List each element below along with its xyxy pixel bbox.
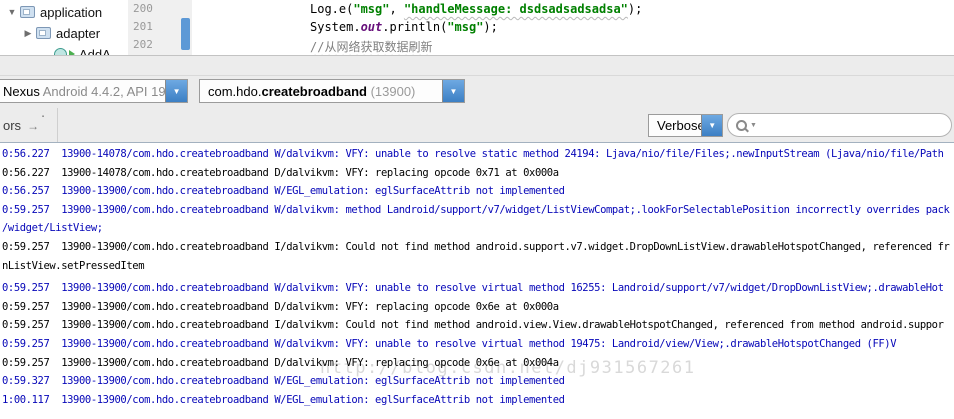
chevron-down-icon[interactable]: ▼ bbox=[165, 80, 187, 102]
code-editor[interactable]: Log.e("msg", "handleMessage: dsdsadsadsa… bbox=[192, 0, 954, 55]
tree-scrollbar-thumb[interactable] bbox=[181, 18, 190, 50]
log-line: 0:59.327 13900-13900/com.hdo.createbroad… bbox=[2, 375, 565, 388]
line-number: 200 bbox=[133, 2, 153, 15]
process-name: createbroadband bbox=[261, 83, 367, 99]
toolbar-divider bbox=[0, 75, 954, 76]
line-number: 201 bbox=[133, 20, 153, 33]
line-number: 202 bbox=[133, 38, 153, 51]
tool-window-tab-stub[interactable]: ors → bbox=[0, 109, 44, 142]
device-selector[interactable]: Nexus Android 4.4.2, API 19 ▼ bbox=[0, 79, 188, 103]
tree-item-application[interactable]: ▼ application bbox=[6, 2, 103, 22]
tree-item-label: application bbox=[40, 4, 103, 20]
code-line: Log.e("msg", "handleMessage: dsdsadsadsa… bbox=[310, 2, 642, 16]
logcat-search[interactable]: ▼ bbox=[727, 113, 952, 137]
log-line: 0:56.227 13900-14078/com.hdo.createbroad… bbox=[2, 166, 559, 179]
code-token: "handleMessage: dsdsadsadsadsa" bbox=[403, 2, 628, 16]
log-level-value: Verbose bbox=[657, 118, 702, 133]
code-token: out bbox=[360, 20, 383, 34]
code-token: .println( bbox=[382, 20, 448, 34]
project-tree[interactable]: ▼ application ▶ adapter AddA bbox=[0, 0, 128, 55]
class-icon bbox=[54, 47, 67, 55]
code-token: Log.e( bbox=[310, 2, 354, 16]
search-options-caret-icon[interactable]: ▼ bbox=[750, 122, 757, 129]
collapse-arrow-icon[interactable]: ▼ bbox=[6, 7, 18, 17]
tree-item-label: AddA bbox=[79, 46, 111, 56]
search-icon bbox=[736, 119, 747, 131]
tree-item-adda[interactable]: AddA bbox=[40, 44, 111, 56]
tab-divider bbox=[57, 108, 58, 142]
log-line: 1:00.117 13900-13900/com.hdo.createbroad… bbox=[2, 393, 565, 406]
log-line: /widget/ListView; bbox=[2, 222, 103, 235]
logcat-output[interactable]: http://blog.csdn.net/dj931567261 0:56.22… bbox=[0, 143, 954, 419]
log-line: 0:59.257 13900-13900/com.hdo.createbroad… bbox=[2, 356, 559, 369]
code-token: ); bbox=[627, 2, 643, 16]
chevron-down-icon[interactable]: ▼ bbox=[442, 80, 464, 102]
process-selector[interactable]: com.hdo.createbroadband (13900) ▼ bbox=[199, 79, 465, 103]
log-line: 0:59.257 13900-13900/com.hdo.createbroad… bbox=[2, 337, 897, 350]
log-line: 0:59.257 13900-13900/com.hdo.createbroad… bbox=[2, 300, 559, 313]
code-line: System.out.println("msg"); bbox=[310, 20, 498, 34]
log-line: 0:56.227 13900-14078/com.hdo.createbroad… bbox=[2, 148, 944, 160]
log-line: 0:56.257 13900-13900/com.hdo.createbroad… bbox=[2, 185, 565, 198]
expand-arrow-icon[interactable]: ▶ bbox=[22, 28, 34, 39]
process-pid: (13900) bbox=[366, 83, 416, 99]
search-input[interactable] bbox=[761, 115, 951, 135]
editor-gutter: 200 201 202 bbox=[128, 0, 193, 55]
code-token: "msg" bbox=[353, 2, 390, 16]
device-name: Nexus bbox=[3, 83, 43, 99]
code-token: ); bbox=[483, 20, 498, 34]
log-line: nListView.setPressedItem bbox=[2, 259, 145, 272]
log-line: 0:59.257 13900-13900/com.hdo.createbroad… bbox=[2, 319, 944, 332]
tree-item-adapter[interactable]: ▶ adapter bbox=[22, 23, 101, 43]
code-token: "msg" bbox=[447, 20, 484, 34]
editor-strip: ▼ application ▶ adapter AddA 200 201 202 Log.e… bbox=[0, 0, 954, 56]
logcat-toolbar: Nexus Android 4.4.2, API 19 ▼ com.hdo.cr… bbox=[0, 56, 954, 143]
package-folder-icon bbox=[20, 6, 35, 18]
code-token: System. bbox=[310, 20, 361, 34]
tab-stub-label: ors bbox=[3, 118, 22, 133]
log-line: 0:59.257 13900-13900/com.hdo.createbroad… bbox=[2, 282, 944, 295]
package-folder-icon bbox=[36, 27, 51, 39]
code-line: //从网络获取数据刷新 bbox=[310, 38, 432, 55]
code-token: , bbox=[389, 2, 404, 16]
tree-item-label: adapter bbox=[56, 25, 101, 41]
log-level-selector[interactable]: Verbose ▼ bbox=[648, 114, 723, 137]
tab-arrow-icon: → bbox=[27, 114, 44, 133]
device-detail: Android 4.4.2, API 19 bbox=[42, 83, 166, 99]
process-prefix: com.hdo. bbox=[208, 83, 262, 99]
log-line: 0:59.257 13900-13900/com.hdo.createbroad… bbox=[2, 240, 950, 253]
code-token: //从网络获取数据刷新 bbox=[310, 40, 433, 54]
chevron-down-icon[interactable]: ▼ bbox=[701, 115, 722, 136]
log-line: 0:59.257 13900-13900/com.hdo.createbroad… bbox=[2, 203, 950, 216]
